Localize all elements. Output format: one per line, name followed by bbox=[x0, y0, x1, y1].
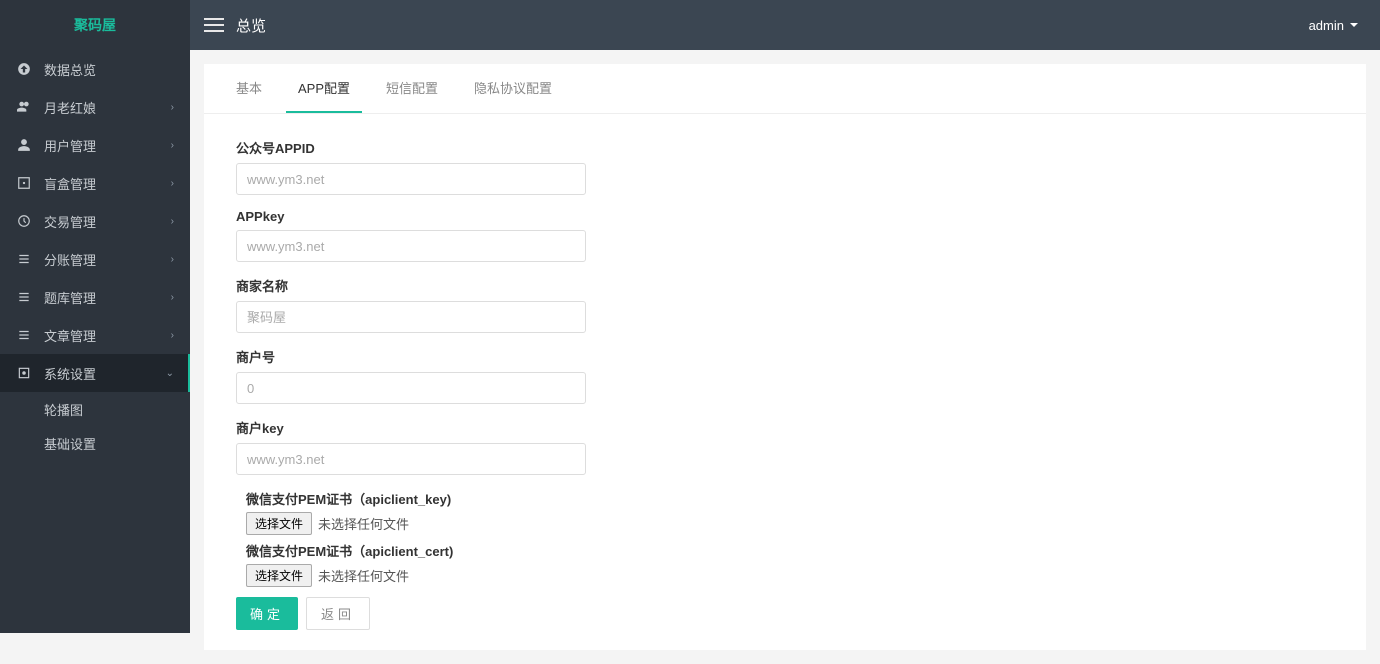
settings-icon bbox=[16, 365, 32, 381]
question-icon bbox=[16, 289, 32, 305]
chevron-right-icon: › bbox=[171, 292, 174, 303]
sidebar: 聚码屋 数据总览 月老红娘 › 用户管理 › 盲盒管理 › 交易管理 › 分账管… bbox=[0, 0, 190, 633]
sidebar-item-label: 文章管理 bbox=[44, 326, 96, 345]
menu-toggle-icon[interactable] bbox=[204, 18, 224, 32]
header: 总览 admin bbox=[190, 0, 1380, 50]
main: 总览 admin 基本 APP配置 短信配置 隐私协议配置 公众号APPID A… bbox=[190, 0, 1380, 633]
tab-privacy-config[interactable]: 隐私协议配置 bbox=[462, 64, 564, 113]
file-status-key: 未选择任何文件 bbox=[318, 514, 409, 533]
label-merchant-name: 商家名称 bbox=[236, 276, 1334, 295]
input-merchant-key[interactable] bbox=[236, 443, 586, 475]
card: 基本 APP配置 短信配置 隐私协议配置 公众号APPID APPkey 商家名… bbox=[204, 64, 1366, 650]
file-row-key: 选择文件 未选择任何文件 bbox=[246, 512, 1334, 535]
sidebar-item-blindbox[interactable]: 盲盒管理 › bbox=[0, 164, 190, 202]
sidebar-item-article[interactable]: 文章管理 › bbox=[0, 316, 190, 354]
file-status-cert: 未选择任何文件 bbox=[318, 566, 409, 585]
label-pem-cert: 微信支付PEM证书（apiclient_cert) bbox=[246, 541, 1334, 560]
dashboard-icon bbox=[16, 61, 32, 77]
tabs: 基本 APP配置 短信配置 隐私协议配置 bbox=[204, 64, 1366, 114]
form-group-appid: 公众号APPID bbox=[236, 138, 1334, 195]
input-merchant-id[interactable] bbox=[236, 372, 586, 404]
sidebar-subitem-basic-settings[interactable]: 基础设置 bbox=[0, 426, 190, 460]
label-appid: 公众号APPID bbox=[236, 138, 1334, 157]
label-merchant-id: 商户号 bbox=[236, 347, 1334, 366]
chevron-right-icon: › bbox=[171, 330, 174, 341]
sidebar-item-transaction[interactable]: 交易管理 › bbox=[0, 202, 190, 240]
logo: 聚码屋 bbox=[0, 0, 190, 50]
input-appkey[interactable] bbox=[236, 230, 586, 262]
sidebar-subitem-carousel[interactable]: 轮播图 bbox=[0, 392, 190, 426]
chevron-right-icon: › bbox=[171, 216, 174, 227]
user-dropdown[interactable]: admin bbox=[1309, 18, 1366, 33]
sidebar-item-split[interactable]: 分账管理 › bbox=[0, 240, 190, 278]
sidebar-item-label: 交易管理 bbox=[44, 212, 96, 231]
content: 基本 APP配置 短信配置 隐私协议配置 公众号APPID APPkey 商家名… bbox=[190, 50, 1380, 664]
label-appkey: APPkey bbox=[236, 209, 1334, 224]
sidebar-subitem-label: 基础设置 bbox=[44, 434, 96, 453]
sidebar-item-label: 用户管理 bbox=[44, 136, 96, 155]
sidebar-item-label: 盲盒管理 bbox=[44, 174, 96, 193]
sidebar-item-dashboard[interactable]: 数据总览 bbox=[0, 50, 190, 88]
sidebar-item-label: 数据总览 bbox=[44, 60, 96, 79]
user-name: admin bbox=[1309, 18, 1344, 33]
submit-button[interactable]: 确定 bbox=[236, 597, 298, 630]
file-button-key[interactable]: 选择文件 bbox=[246, 512, 312, 535]
chevron-right-icon: › bbox=[171, 102, 174, 113]
sidebar-item-label: 分账管理 bbox=[44, 250, 96, 269]
article-icon bbox=[16, 327, 32, 343]
page-title: 总览 bbox=[236, 15, 266, 36]
back-button[interactable]: 返回 bbox=[306, 597, 370, 630]
sidebar-item-matchmaker[interactable]: 月老红娘 › bbox=[0, 88, 190, 126]
chevron-right-icon: › bbox=[171, 140, 174, 151]
form-buttons: 确定 返回 bbox=[236, 597, 1334, 630]
input-appid[interactable] bbox=[236, 163, 586, 195]
box-icon bbox=[16, 175, 32, 191]
users-icon bbox=[16, 99, 32, 115]
sidebar-item-user-mgmt[interactable]: 用户管理 › bbox=[0, 126, 190, 164]
sidebar-item-label: 系统设置 bbox=[44, 364, 96, 383]
sidebar-item-label: 月老红娘 bbox=[44, 98, 96, 117]
label-merchant-key: 商户key bbox=[236, 418, 1334, 437]
tab-sms-config[interactable]: 短信配置 bbox=[374, 64, 450, 113]
file-section: 微信支付PEM证书（apiclient_key) 选择文件 未选择任何文件 微信… bbox=[236, 489, 1334, 587]
sidebar-item-settings[interactable]: 系统设置 ⌄ bbox=[0, 354, 190, 392]
form-group-merchant-name: 商家名称 bbox=[236, 276, 1334, 333]
form-group-merchant-key: 商户key bbox=[236, 418, 1334, 475]
split-icon bbox=[16, 251, 32, 267]
chevron-right-icon: › bbox=[171, 178, 174, 189]
sidebar-subitem-label: 轮播图 bbox=[44, 400, 83, 419]
file-button-cert[interactable]: 选择文件 bbox=[246, 564, 312, 587]
form-group-merchant-id: 商户号 bbox=[236, 347, 1334, 404]
form-group-appkey: APPkey bbox=[236, 209, 1334, 262]
label-pem-key: 微信支付PEM证书（apiclient_key) bbox=[246, 489, 1334, 508]
input-merchant-name[interactable] bbox=[236, 301, 586, 333]
transaction-icon bbox=[16, 213, 32, 229]
sidebar-item-question[interactable]: 题库管理 › bbox=[0, 278, 190, 316]
tab-app-config[interactable]: APP配置 bbox=[286, 64, 362, 113]
chevron-down-icon: ⌄ bbox=[166, 368, 174, 379]
chevron-right-icon: › bbox=[171, 254, 174, 265]
caret-down-icon bbox=[1350, 23, 1358, 27]
user-icon bbox=[16, 137, 32, 153]
file-row-cert: 选择文件 未选择任何文件 bbox=[246, 564, 1334, 587]
form: 公众号APPID APPkey 商家名称 商户号 商户key bbox=[204, 114, 1366, 650]
tab-basic[interactable]: 基本 bbox=[224, 64, 274, 113]
sidebar-item-label: 题库管理 bbox=[44, 288, 96, 307]
